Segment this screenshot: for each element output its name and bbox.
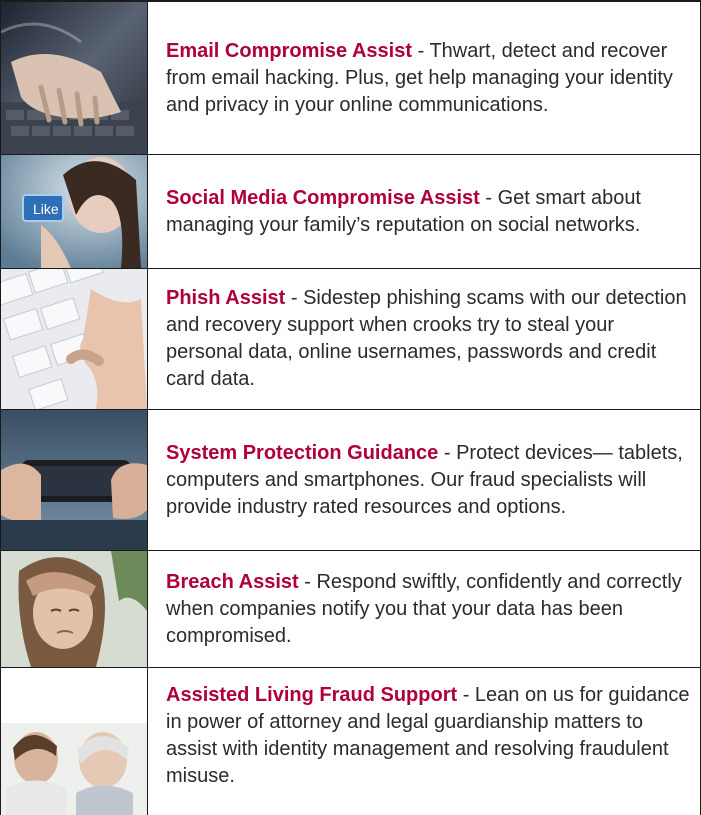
table-row: System Protection Guidance - Protect dev…	[1, 410, 700, 551]
title-separator: -	[298, 570, 317, 593]
title-separator: -	[438, 441, 457, 464]
finger-on-keyboard-image	[1, 269, 148, 409]
title-separator: -	[479, 186, 498, 209]
hands-holding-smartphone-image	[1, 410, 148, 550]
title-separator: -	[285, 287, 304, 309]
svg-text:Like: Like	[33, 201, 59, 217]
service-title: Breach Assist	[166, 570, 299, 593]
woman-pressing-like-button-image: Like	[1, 155, 148, 268]
table-row: Assisted Living Fraud Support - Lean on …	[1, 668, 700, 815]
table-row: Breach Assist - Respond swiftly, confide…	[1, 551, 700, 668]
table-row: Like Social Media Compromise Assist - Ge…	[1, 155, 700, 269]
services-table: Email Compromise Assist - Thwart, detect…	[0, 0, 701, 815]
caregiver-with-elder-image	[1, 668, 148, 815]
service-title: Phish Assist	[166, 287, 286, 309]
service-title: System Protection Guidance	[166, 441, 439, 464]
service-title: Email Compromise Assist	[166, 39, 413, 62]
title-separator: -	[457, 684, 475, 706]
worried-woman-image	[1, 551, 148, 667]
table-row: Phish Assist - Sidestep phishing scams w…	[1, 269, 700, 410]
title-separator: -	[412, 39, 430, 62]
service-title: Social Media Compromise Assist	[166, 186, 480, 209]
table-row: Email Compromise Assist - Thwart, detect…	[1, 2, 700, 155]
service-title: Assisted Living Fraud Support	[166, 684, 458, 706]
hands-typing-keyboard-image	[1, 2, 148, 154]
